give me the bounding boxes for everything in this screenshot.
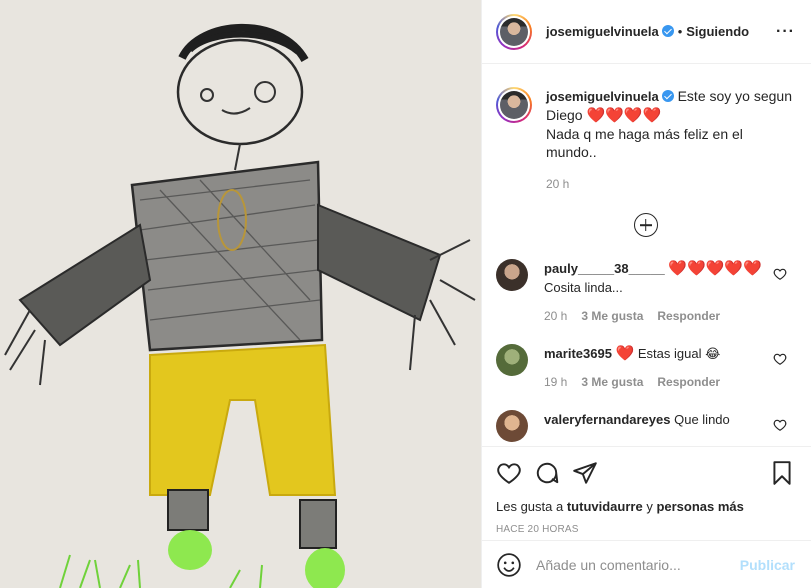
post-header: josemiguelvinuela • Siguiendo ··· xyxy=(482,0,811,64)
comment-item: pauly_____38_____ ❤️❤️❤️❤️❤️ Cosita lind… xyxy=(496,259,795,326)
separator-dot: • xyxy=(677,24,683,39)
heart-outline-icon[interactable] xyxy=(773,418,787,432)
comment-text: Cosita linda... xyxy=(544,280,623,295)
comment-item: marite3695 ❤️ Estas igual 😂 19 h 3 Me gu… xyxy=(496,344,795,392)
likes-summary: Les gusta a tutuvidaurre y personas más xyxy=(496,499,795,514)
author-username[interactable]: josemiguelvinuela xyxy=(546,24,674,39)
comment-input[interactable] xyxy=(536,556,740,573)
caption-time[interactable]: 20 h xyxy=(546,175,795,193)
following-button[interactable]: Siguiendo xyxy=(686,24,749,39)
verified-badge-icon xyxy=(661,90,674,102)
comment-bubble-icon[interactable] xyxy=(534,460,560,486)
author-avatar[interactable] xyxy=(496,13,532,50)
smiley-icon[interactable] xyxy=(496,552,522,578)
like-heart-icon[interactable] xyxy=(496,460,522,486)
plus-circle-icon[interactable] xyxy=(633,213,658,237)
commenter-avatar[interactable] xyxy=(496,410,528,442)
comment-username[interactable]: pauly_____38_____ xyxy=(544,261,665,276)
comment-hearts: ❤️ xyxy=(615,345,635,362)
caption: josemiguelvinuela Este soy yo segun Dieg… xyxy=(496,65,795,193)
load-more-comments[interactable] xyxy=(496,213,795,237)
comment-text: Que lindo xyxy=(674,412,730,427)
likes-user[interactable]: tutuvidaurre xyxy=(567,499,643,514)
comment-likes[interactable]: 3 Me gusta xyxy=(581,373,643,392)
comment-text: Estas igual 😂 xyxy=(637,346,721,361)
post-date[interactable]: HACE 20 HORAS xyxy=(496,524,795,535)
caption-avatar[interactable] xyxy=(496,87,532,123)
comment-username[interactable]: valeryfernandareyes xyxy=(544,412,670,427)
publish-button[interactable]: Publicar xyxy=(740,557,795,573)
reply-button[interactable]: Responder xyxy=(657,307,720,326)
comment-likes[interactable]: 3 Me gusta xyxy=(581,307,643,326)
commenter-avatar[interactable] xyxy=(496,344,528,376)
post-side-panel: josemiguelvinuela • Siguiendo ··· josemi… xyxy=(481,0,811,588)
caption-line2: Nada q me haga más feliz en el mundo.. xyxy=(546,126,743,160)
likes-joiner: y xyxy=(646,499,653,514)
comments-list[interactable]: josemiguelvinuela Este soy yo segun Dieg… xyxy=(482,65,811,445)
heart-outline-icon[interactable] xyxy=(773,267,787,281)
child-drawing-image xyxy=(0,0,481,588)
more-options-icon[interactable]: ··· xyxy=(776,23,795,41)
author-username-text[interactable]: josemiguelvinuela xyxy=(546,24,659,39)
comment-item: valeryfernandareyes Que lindo xyxy=(496,410,795,442)
heart-outline-icon[interactable] xyxy=(773,352,787,366)
post-actions: Les gusta a tutuvidaurre y personas más … xyxy=(482,446,811,535)
save-bookmark-icon[interactable] xyxy=(769,460,795,486)
comment-time[interactable]: 19 h xyxy=(544,373,567,392)
comment-username[interactable]: marite3695 xyxy=(544,346,612,361)
verified-badge-icon xyxy=(661,25,674,37)
post-image xyxy=(0,0,481,588)
reply-button[interactable]: Responder xyxy=(657,373,720,392)
likes-others[interactable]: personas más xyxy=(656,499,743,514)
add-comment-bar: Publicar xyxy=(482,540,811,588)
likes-prefix: Les gusta a xyxy=(496,499,564,514)
commenter-avatar[interactable] xyxy=(496,259,528,291)
caption-hearts: ❤️❤️❤️❤️ xyxy=(586,107,662,124)
share-plane-icon[interactable] xyxy=(572,460,598,486)
comment-hearts: ❤️❤️❤️❤️❤️ xyxy=(668,260,762,277)
caption-username[interactable]: josemiguelvinuela xyxy=(546,89,659,104)
comment-time[interactable]: 20 h xyxy=(544,307,567,326)
